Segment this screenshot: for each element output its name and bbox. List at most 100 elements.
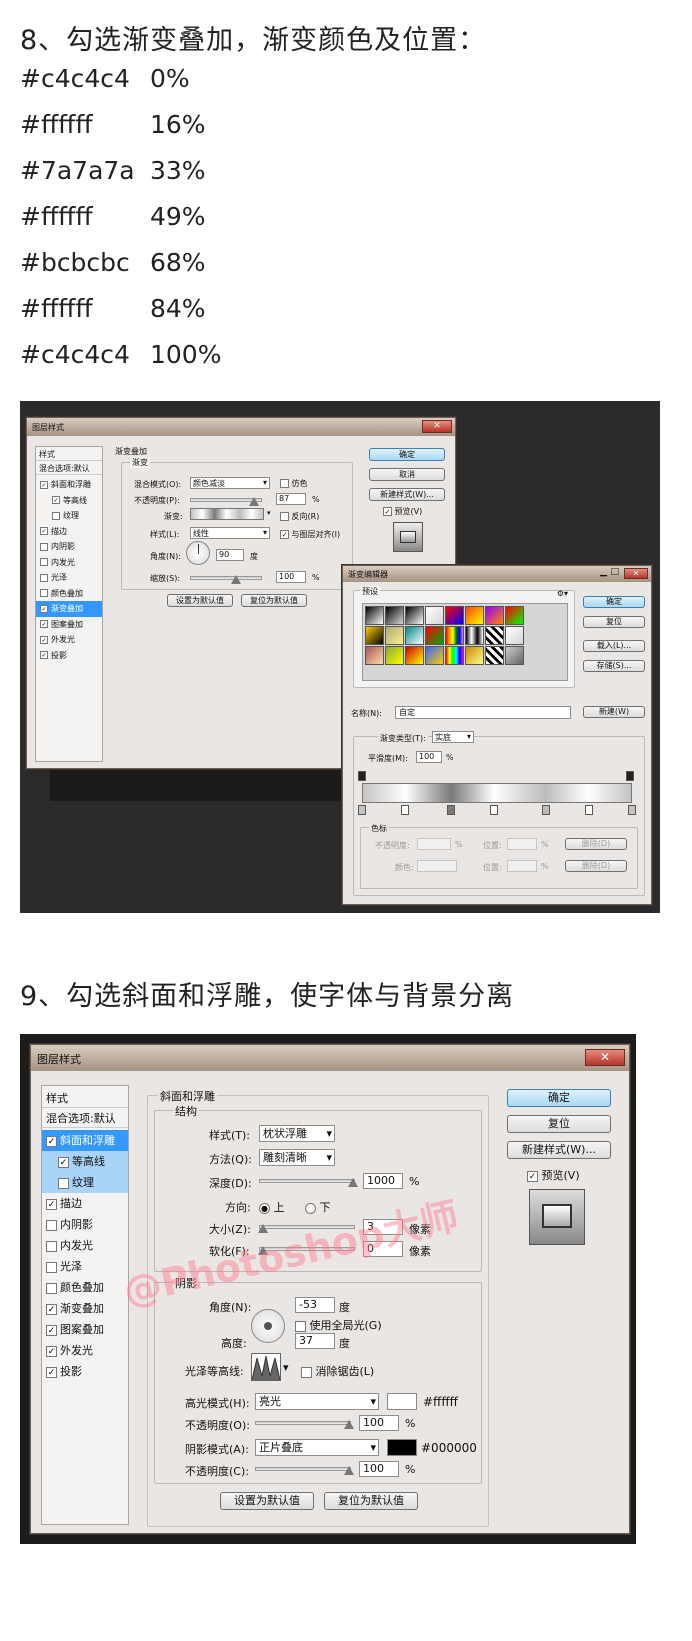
dither-checkbox[interactable]: 仿色 (280, 478, 308, 489)
gloss-contour-picker[interactable] (251, 1353, 281, 1381)
antialias-checkbox[interactable]: 消除锯齿(L) (301, 1363, 374, 1379)
name-input[interactable]: 自定 (395, 706, 571, 719)
style-item-checkbox[interactable] (46, 1219, 57, 1231)
highlight-color-swatch[interactable] (387, 1393, 417, 1410)
reverse-checkbox[interactable]: 反向(R) (280, 511, 319, 522)
opacity-stop-left[interactable] (358, 771, 366, 781)
style-item-checkbox[interactable] (40, 589, 48, 597)
slider-knob[interactable] (344, 1420, 354, 1429)
set-default-button[interactable]: 设置为默认值 (220, 1492, 314, 1510)
opacity-stop-right[interactable] (626, 771, 634, 781)
style-item-checkbox[interactable] (40, 542, 48, 551)
gradient-preset-swatch[interactable] (425, 646, 444, 665)
shadow-opacity-slider[interactable] (255, 1466, 354, 1475)
gear-icon[interactable]: ⚙▾ (557, 589, 568, 598)
style-item-checkbox[interactable]: ✓ (40, 480, 48, 489)
angle-input[interactable]: 90 (216, 549, 244, 561)
shadow-mode-dropdown[interactable]: 正片叠底 ▾ (255, 1439, 379, 1456)
style-item-checkbox[interactable] (46, 1240, 57, 1252)
gradient-preset-swatch[interactable] (505, 606, 524, 625)
cancel-button[interactable]: 取消 (369, 468, 445, 481)
style-item-checkbox[interactable]: ✓ (40, 635, 48, 644)
angle-dial[interactable] (251, 1309, 285, 1343)
style-item-checkbox[interactable]: ✓ (46, 1366, 57, 1378)
smoothness-input[interactable]: 100 (416, 751, 442, 763)
gradient-preview[interactable] (190, 508, 264, 520)
close-button[interactable]: ✕ (422, 420, 452, 433)
color-stop[interactable] (628, 805, 636, 815)
gradient-preset-swatch[interactable] (465, 646, 484, 665)
angle-dial[interactable] (186, 541, 210, 565)
slider-knob[interactable] (249, 497, 259, 506)
style-item[interactable]: 纹理 (42, 1172, 128, 1193)
style-item-checkbox[interactable]: ✓ (40, 651, 48, 659)
gradient-preset-swatch[interactable] (485, 626, 504, 645)
style-item-checkbox[interactable]: ✓ (58, 1156, 69, 1168)
style-item[interactable]: ✓ 斜面和浮雕 (36, 477, 102, 493)
style-item[interactable]: ✓ 描边 (36, 524, 102, 540)
style-item-checkbox[interactable] (46, 1282, 57, 1294)
gradient-preset-swatch[interactable] (505, 626, 524, 645)
technique-dropdown[interactable]: 雕刻清晰 ▾ (259, 1149, 335, 1166)
style-item[interactable]: ✓ 投影 (42, 1361, 128, 1382)
color-stop[interactable] (447, 805, 456, 815)
chevron-down-icon[interactable]: ▾ (267, 509, 271, 517)
style-item[interactable]: ✓ 外发光 (36, 632, 102, 648)
style-item-checkbox[interactable]: ✓ (46, 1303, 57, 1315)
gradient-preset-swatch[interactable] (405, 626, 424, 645)
color-stop[interactable] (541, 805, 550, 815)
style-item[interactable]: ✓ 图案叠加 (36, 617, 102, 633)
style-item-checkbox[interactable]: ✓ (46, 1135, 57, 1147)
style-item[interactable]: ✓ 等高线 (42, 1151, 128, 1172)
style-item[interactable]: 内阴影 (36, 539, 102, 555)
style-item-checkbox[interactable]: ✓ (40, 527, 48, 535)
gradient-type-dropdown[interactable]: 实底 ▾ (432, 731, 474, 743)
set-default-button[interactable]: 设置为默认值 (167, 594, 233, 607)
gradient-preset-swatch[interactable] (465, 606, 484, 625)
gradient-preset-swatch[interactable] (425, 606, 444, 625)
slider-knob[interactable] (231, 575, 241, 584)
chevron-down-icon[interactable]: ▾ (283, 1361, 289, 1374)
highlight-mode-dropdown[interactable]: 亮光 ▾ (255, 1393, 379, 1410)
bevel-style-dropdown[interactable]: 枕状浮雕 ▾ (259, 1125, 335, 1142)
reset-button[interactable]: 复位 (507, 1115, 611, 1133)
style-item-checkbox[interactable]: ✓ (46, 1198, 57, 1210)
gradient-style-dropdown[interactable]: 线性 ▾ (190, 527, 270, 539)
style-item-checkbox[interactable] (52, 511, 60, 520)
style-item[interactable]: 纹理 (36, 508, 102, 524)
reset-default-button[interactable]: 复位为默认值 (324, 1492, 418, 1510)
shadow-color-swatch[interactable] (387, 1439, 417, 1456)
preview-checkbox[interactable]: ✓ 预览(V) (527, 1167, 580, 1183)
style-item[interactable]: 内发光 (36, 555, 102, 571)
slider-knob[interactable] (348, 1178, 358, 1187)
new-button[interactable]: 新建(W) (583, 706, 645, 718)
gradient-preset-swatch[interactable] (425, 626, 444, 645)
scale-slider[interactable] (190, 575, 262, 584)
gradient-preset-swatch[interactable] (385, 606, 404, 625)
gradient-preset-swatch[interactable] (445, 606, 464, 625)
direction-up-radio[interactable]: ● 上 (259, 1199, 285, 1215)
gradient-preset-swatch[interactable] (465, 626, 484, 645)
blend-mode-dropdown[interactable]: 颜色减淡 ▾ (190, 477, 270, 489)
blend-options-item[interactable]: 混合选项:默认 (42, 1110, 128, 1128)
opacity-input[interactable]: 87 (276, 493, 306, 505)
angle-input[interactable]: -53 (295, 1297, 335, 1313)
style-item[interactable]: ✓ 外发光 (42, 1340, 128, 1361)
style-item-checkbox[interactable] (40, 558, 48, 566)
style-item-checkbox[interactable]: ✓ (46, 1345, 57, 1357)
preview-checkbox[interactable]: ✓ 预览(V) (383, 506, 422, 517)
close-button[interactable]: ✕ (624, 568, 648, 579)
altitude-input[interactable]: 37 (295, 1333, 335, 1349)
stop-location-input[interactable] (507, 860, 537, 872)
style-item[interactable]: ✓ 斜面和浮雕 (42, 1130, 128, 1151)
style-item-checkbox[interactable] (40, 573, 48, 582)
style-item-checkbox[interactable]: ✓ (40, 620, 48, 628)
gradient-ramp[interactable] (362, 783, 632, 803)
save-button[interactable]: 存储(S)... (583, 660, 645, 672)
stop-color-swatch[interactable] (417, 860, 457, 872)
style-item[interactable]: 内发光 (42, 1235, 128, 1256)
highlight-opacity-input[interactable]: 100 (359, 1415, 399, 1431)
stop-opacity-input[interactable] (417, 838, 451, 850)
style-item[interactable]: ✓ 投影 (36, 648, 102, 664)
maximize-icon[interactable]: □ (610, 567, 619, 577)
